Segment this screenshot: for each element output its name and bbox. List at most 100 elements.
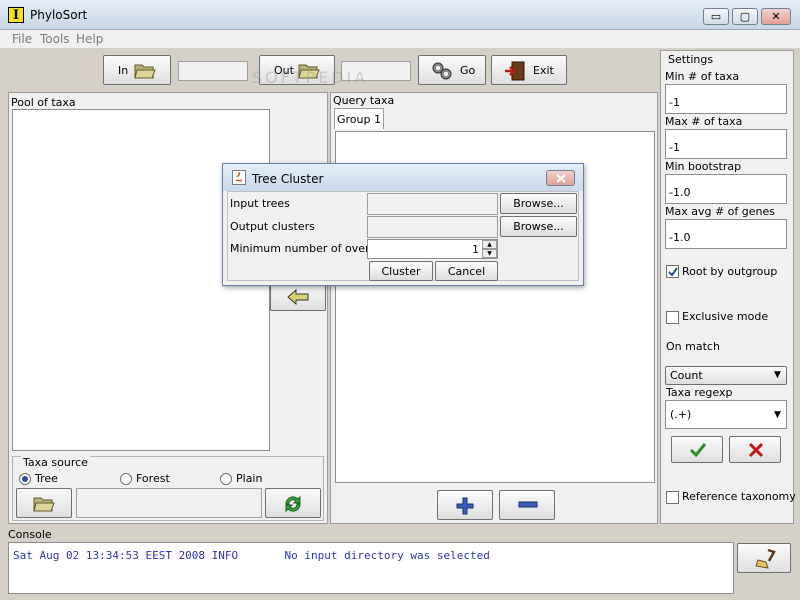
gears-icon bbox=[432, 62, 452, 80]
pool-title: Pool of taxa bbox=[11, 96, 76, 109]
radio-tree[interactable] bbox=[19, 473, 31, 485]
max-genes-label: Max avg # of genes bbox=[665, 205, 775, 218]
app-icon: I bbox=[8, 7, 24, 23]
minus-icon bbox=[518, 501, 538, 508]
settings-title: Settings bbox=[668, 53, 714, 66]
root-outgroup-checkbox[interactable] bbox=[666, 265, 679, 278]
browse-output-label: Browse... bbox=[513, 220, 564, 233]
window-title: PhyloSort bbox=[30, 8, 88, 22]
reload-button[interactable] bbox=[265, 488, 321, 518]
broom-icon bbox=[755, 548, 776, 569]
minimize-button[interactable]: ▭ bbox=[703, 8, 729, 25]
exit-button[interactable]: Exit bbox=[491, 55, 567, 85]
max-taxa-input[interactable]: -1 bbox=[665, 129, 787, 159]
console-title: Console bbox=[8, 528, 52, 541]
folder-open-icon bbox=[134, 64, 156, 79]
menu-bar: File Tools Help bbox=[0, 30, 800, 48]
checkmark-icon bbox=[689, 443, 707, 458]
red-x-icon bbox=[748, 442, 764, 458]
watermark: SOFTPEDIA bbox=[252, 68, 369, 87]
console-line: Sat Aug 02 13:34:53 EEST 2008 INFO No in… bbox=[13, 549, 490, 562]
tab-group-1[interactable]: Group 1 bbox=[334, 108, 384, 129]
min-overlaps-value: 1 bbox=[472, 243, 479, 256]
spinner-up-icon[interactable]: ▲ bbox=[482, 240, 497, 249]
menu-help[interactable]: Help bbox=[76, 32, 103, 46]
cluster-button[interactable]: Cluster bbox=[369, 261, 433, 281]
cancel-settings-button[interactable] bbox=[729, 436, 781, 463]
source-open-button[interactable] bbox=[16, 488, 72, 518]
close-icon bbox=[556, 174, 566, 183]
min-taxa-label: Min # of taxa bbox=[665, 70, 740, 83]
dialog-title-bar: Tree Cluster bbox=[223, 164, 583, 191]
browse-output-button[interactable]: Browse... bbox=[500, 216, 577, 237]
output-clusters-field[interactable] bbox=[367, 216, 498, 238]
menu-file[interactable]: File bbox=[12, 32, 32, 46]
on-match-label: On match bbox=[666, 340, 720, 353]
min-bootstrap-label: Min bootstrap bbox=[665, 160, 742, 173]
regexp-label: Taxa regexp bbox=[666, 386, 733, 399]
clear-console-button[interactable] bbox=[737, 543, 791, 573]
folder-open-icon bbox=[33, 497, 55, 512]
spinner-down-icon[interactable]: ▼ bbox=[482, 249, 497, 258]
remove-group-button[interactable] bbox=[499, 490, 555, 520]
chevron-down-icon: ▼ bbox=[774, 410, 781, 420]
browse-input-label: Browse... bbox=[513, 197, 564, 210]
settings-panel: Settings Min # of taxa -1 Max # of taxa … bbox=[660, 50, 796, 524]
dialog-body: Input trees Browse... Output clusters Br… bbox=[227, 191, 579, 281]
output-clusters-label: Output clusters bbox=[230, 220, 315, 233]
in-path-field[interactable] bbox=[178, 61, 248, 81]
exit-door-icon bbox=[505, 61, 525, 81]
dialog-title: Tree Cluster bbox=[252, 172, 324, 186]
root-outgroup-label: Root by outgroup bbox=[682, 265, 778, 278]
cluster-label: Cluster bbox=[381, 265, 421, 278]
refresh-icon bbox=[285, 495, 301, 513]
arrow-left-icon bbox=[287, 289, 309, 305]
radio-plain[interactable] bbox=[220, 473, 232, 485]
dialog-close-button[interactable] bbox=[546, 170, 575, 186]
radio-forest-label: Forest bbox=[136, 472, 170, 485]
add-group-button[interactable] bbox=[437, 490, 493, 520]
java-icon bbox=[232, 170, 246, 185]
exclusive-mode-checkbox[interactable] bbox=[666, 311, 679, 324]
regexp-combo[interactable]: (.+) ▼ bbox=[665, 400, 787, 429]
taxa-source-group: Taxa source Tree Forest Plain bbox=[12, 456, 324, 521]
min-overlaps-spinner[interactable]: 1 ▲ ▼ bbox=[367, 239, 498, 259]
source-path-field[interactable] bbox=[76, 488, 262, 518]
tree-cluster-dialog: Tree Cluster Input trees Browse... Outpu… bbox=[222, 163, 584, 286]
radio-forest[interactable] bbox=[120, 473, 132, 485]
max-genes-input[interactable]: -1.0 bbox=[665, 219, 787, 249]
menu-tools[interactable]: Tools bbox=[40, 32, 70, 46]
reference-taxonomy-checkbox[interactable] bbox=[666, 491, 679, 504]
input-trees-label: Input trees bbox=[230, 197, 290, 210]
taxa-source-title: Taxa source bbox=[21, 456, 90, 469]
in-label: In bbox=[118, 64, 129, 77]
input-trees-field[interactable] bbox=[367, 193, 498, 215]
go-label: Go bbox=[460, 64, 476, 77]
title-bar: I PhyloSort ▭ ▢ ✕ bbox=[0, 0, 800, 30]
console-output[interactable]: Sat Aug 02 13:34:53 EEST 2008 INFO No in… bbox=[8, 542, 734, 594]
plus-icon bbox=[456, 497, 474, 515]
radio-dot bbox=[22, 476, 28, 482]
move-left-button[interactable] bbox=[270, 283, 326, 311]
query-title: Query taxa bbox=[333, 94, 395, 107]
regexp-value: (.+) bbox=[670, 408, 692, 421]
pool-panel: Pool of taxa Taxa source Tree Forest Pla… bbox=[8, 92, 328, 524]
exit-label: Exit bbox=[533, 64, 554, 77]
browse-input-button[interactable]: Browse... bbox=[500, 193, 577, 214]
min-bootstrap-input[interactable]: -1.0 bbox=[665, 174, 787, 204]
tab-group-1-label: Group 1 bbox=[337, 113, 381, 126]
radio-plain-label: Plain bbox=[236, 472, 263, 485]
min-taxa-input[interactable]: -1 bbox=[665, 84, 787, 114]
maximize-button[interactable]: ▢ bbox=[732, 8, 758, 25]
on-match-value: Count bbox=[670, 369, 703, 382]
go-button[interactable]: Go bbox=[418, 55, 486, 85]
in-button[interactable]: In bbox=[103, 55, 171, 85]
checkmark-icon bbox=[668, 267, 678, 277]
radio-tree-label: Tree bbox=[35, 472, 58, 485]
confirm-button[interactable] bbox=[671, 436, 723, 463]
on-match-select[interactable]: Count ▼ bbox=[665, 366, 787, 385]
reference-taxonomy-label: Reference taxonomy bbox=[682, 490, 796, 503]
cancel-button[interactable]: Cancel bbox=[435, 261, 498, 281]
max-taxa-label: Max # of taxa bbox=[665, 115, 743, 128]
close-button[interactable]: ✕ bbox=[761, 8, 791, 25]
